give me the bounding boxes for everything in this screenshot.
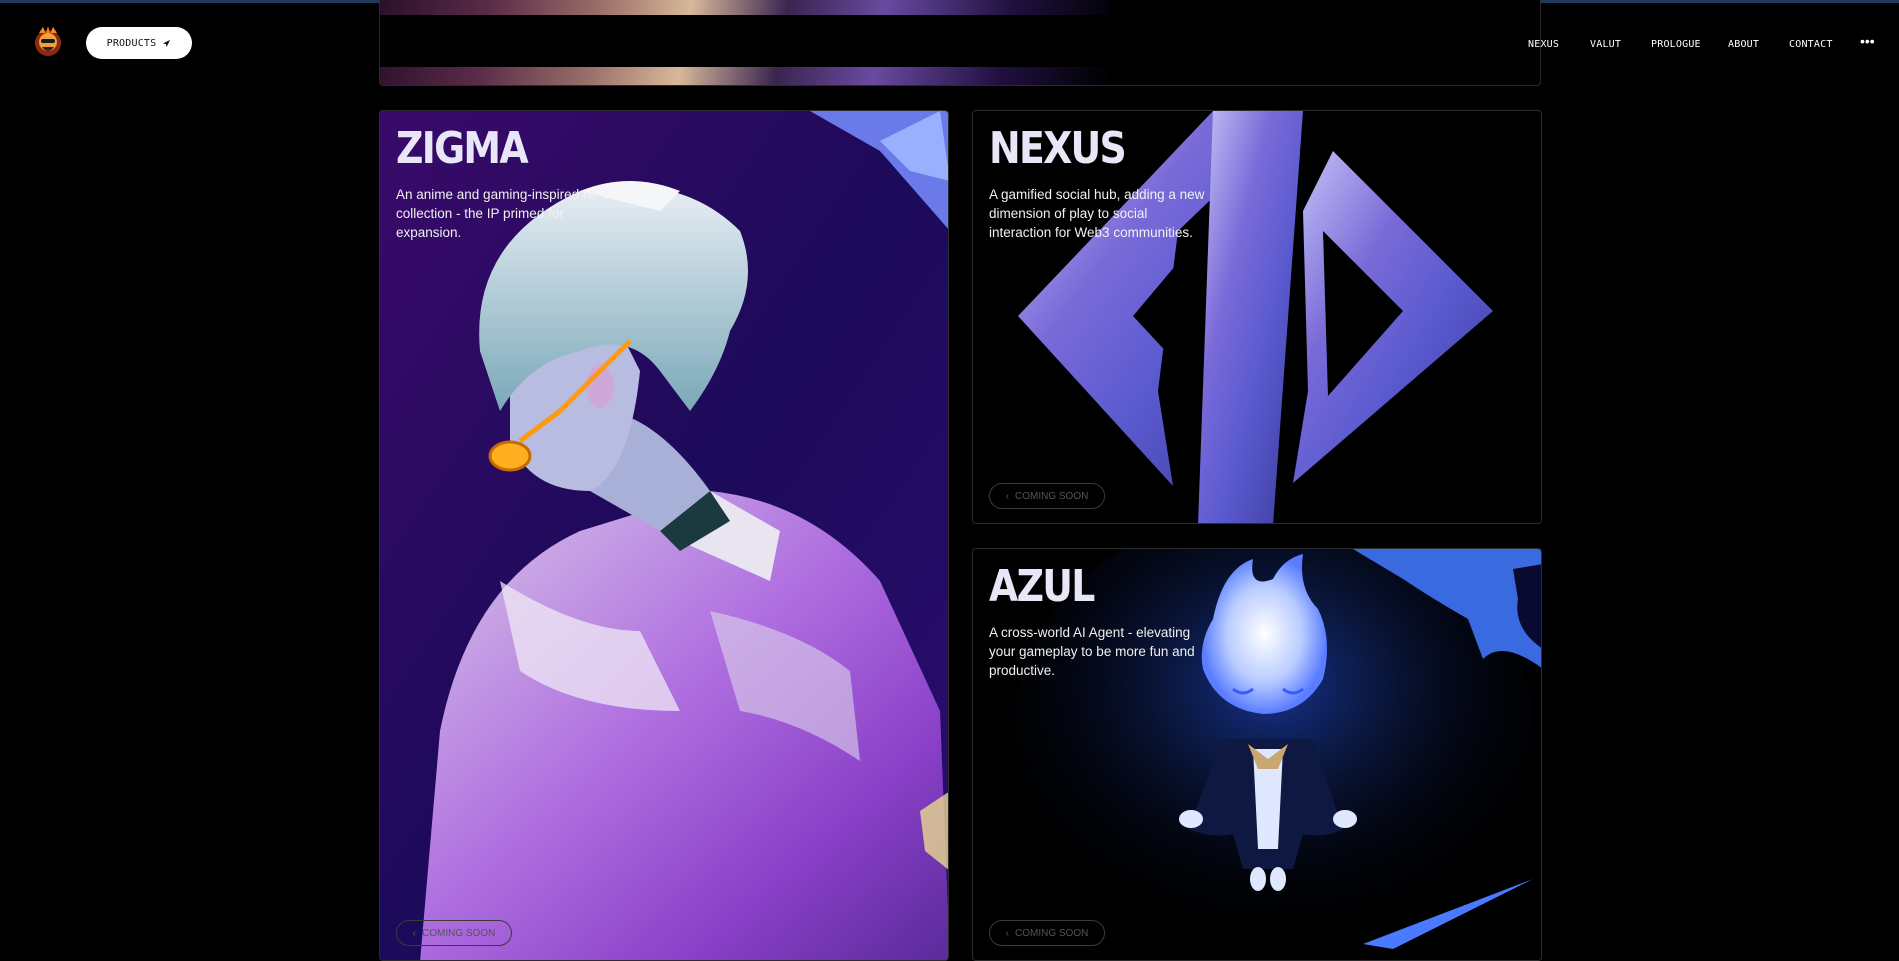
arrow-icon: ‹ <box>412 927 416 939</box>
coming-soon-label: COMING SOON <box>422 927 496 939</box>
card-title: ZIGMA <box>396 123 529 174</box>
card-description: A cross-world AI Agent - elevating your … <box>989 625 1195 678</box>
card-title: NEXUS <box>989 123 1127 174</box>
product-card-nexus[interactable]: NEXUS A gamified social hub, adding a ne… <box>972 110 1542 524</box>
card-description: A gamified social hub, adding a new dime… <box>989 187 1205 240</box>
nav-nexus[interactable]: NEXUS <box>1528 39 1559 50</box>
site-header: PRODUCTS NEXUS VALUT PROLOGUE ABOUT CONT… <box>0 3 1899 77</box>
nav-about[interactable]: ABOUT <box>1728 39 1759 50</box>
nav-contact[interactable]: CONTACT <box>1789 39 1833 50</box>
coming-soon-label: COMING SOON <box>1015 927 1089 939</box>
coming-soon-button[interactable]: ‹ COMING SOON <box>396 920 512 946</box>
products-dropdown-button[interactable]: PRODUCTS <box>86 27 192 59</box>
card-title: AZUL <box>989 561 1095 612</box>
product-card-azul[interactable]: AZUL A cross-world AI Agent - elevating … <box>972 548 1542 961</box>
coming-soon-button[interactable]: ‹ COMING SOON <box>989 483 1105 509</box>
product-card-zigma[interactable]: ZIGMA An anime and gaming-inspired NFT c… <box>379 110 949 961</box>
nav-prologue[interactable]: PROLOGUE <box>1651 39 1701 50</box>
products-label: PRODUCTS <box>106 37 157 49</box>
arrow-icon: ‹ <box>1005 490 1009 502</box>
nav-valut[interactable]: VALUT <box>1590 39 1621 50</box>
arrow-icon: ‹ <box>1005 927 1009 939</box>
coming-soon-button[interactable]: ‹ COMING SOON <box>989 920 1105 946</box>
card-description: An anime and gaming-inspired NFT collect… <box>396 187 609 240</box>
coming-soon-label: COMING SOON <box>1015 490 1089 502</box>
logo-icon[interactable] <box>33 25 63 59</box>
arrow-icon <box>163 39 171 47</box>
more-menu-icon[interactable]: ••• <box>1860 33 1875 49</box>
